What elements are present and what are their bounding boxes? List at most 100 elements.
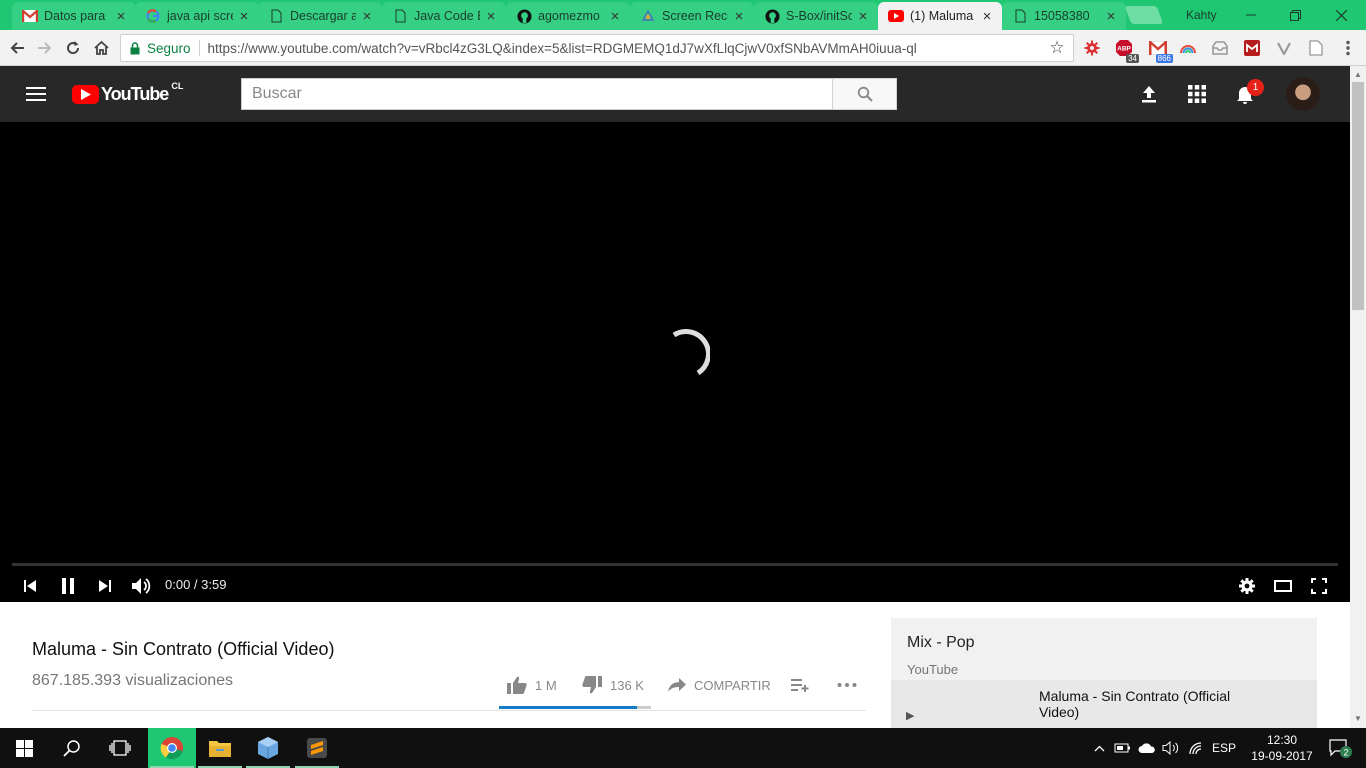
tab-title: (1) Maluma	[910, 9, 974, 23]
add-to-playlist-button[interactable]	[791, 674, 809, 696]
document-icon[interactable]	[1306, 38, 1326, 58]
tab-descargar[interactable]: Descargar a ×	[258, 2, 382, 30]
tab-youtube-active[interactable]: (1) Maluma ×	[878, 2, 1002, 30]
like-ratio-fill	[499, 706, 638, 709]
tab-java-code[interactable]: Java Code E ×	[382, 2, 506, 30]
notification-count: 2	[1343, 748, 1348, 758]
gmail-icon	[22, 8, 38, 24]
system-clock[interactable]: 12:30 19-09-2017	[1244, 732, 1320, 764]
playlist-item[interactable]: ▶ Maluma - Sin Contrato (Official Video)	[891, 680, 1317, 728]
close-tab-icon[interactable]: ×	[360, 8, 374, 25]
avatar[interactable]	[1286, 77, 1320, 111]
task-view-icon[interactable]	[96, 728, 144, 768]
gmail-badge: 866	[1155, 54, 1173, 63]
tab-screen-recorder[interactable]: Screen Reco ×	[630, 2, 754, 30]
language-indicator[interactable]: ESP	[1208, 728, 1240, 768]
url-text[interactable]: https://www.youtube.com/watch?v=vRbcl4zG…	[208, 41, 1047, 56]
thumbs-up-icon	[507, 676, 527, 694]
close-tab-icon[interactable]: ×	[237, 8, 251, 25]
svg-text:ABP: ABP	[1117, 46, 1131, 53]
inbox-icon[interactable]	[1210, 38, 1230, 58]
country-code: CL	[171, 81, 184, 91]
virtualbox-icon[interactable]	[244, 728, 292, 768]
apps-grid-icon[interactable]	[1185, 82, 1209, 106]
chrome-icon[interactable]	[148, 728, 196, 768]
loading-spinner-icon	[672, 329, 710, 376]
search-input[interactable]: Buscar	[241, 78, 833, 110]
reload-icon[interactable]	[61, 36, 85, 60]
like-button[interactable]: 1 M	[507, 674, 557, 696]
vimeo-icon[interactable]	[1274, 38, 1294, 58]
next-icon[interactable]	[95, 574, 115, 598]
tab-github-agomezmo[interactable]: agomezmo ×	[506, 2, 630, 30]
page-icon	[1012, 8, 1028, 24]
profile-name[interactable]: Kahty	[1186, 8, 1217, 22]
theater-mode-icon[interactable]	[1271, 574, 1295, 598]
tab-title: Datos para	[44, 9, 106, 23]
battery-icon[interactable]	[1112, 728, 1134, 768]
view-count: 867.185.393 visualizaciones	[32, 672, 234, 689]
gmail-checker-icon[interactable]: 866	[1148, 38, 1173, 63]
forward-icon[interactable]	[33, 36, 57, 60]
lock-icon[interactable]	[129, 41, 141, 55]
close-tab-icon[interactable]: ×	[732, 8, 746, 25]
abp-icon[interactable]: ABP 34	[1114, 38, 1139, 63]
tab-document[interactable]: 15058380 ×	[1002, 2, 1126, 30]
clock-time: 12:30	[1266, 733, 1298, 747]
chrome-menu-icon[interactable]	[1338, 38, 1358, 58]
playlist-owner[interactable]: YouTube	[907, 662, 958, 677]
windows-start-icon[interactable]	[0, 728, 48, 768]
add-to-playlist-icon	[791, 679, 809, 692]
scroll-up-icon[interactable]: ▲	[1354, 70, 1362, 79]
rainbow-icon[interactable]	[1178, 38, 1198, 58]
playlist-title[interactable]: Mix - Pop	[907, 634, 975, 652]
more-actions-button[interactable]	[837, 674, 857, 696]
search-icon[interactable]	[48, 728, 96, 768]
back-icon[interactable]	[5, 36, 29, 60]
fullscreen-icon[interactable]	[1307, 574, 1331, 598]
tab-google[interactable]: java api scre ×	[135, 2, 259, 30]
close-tab-icon[interactable]: ×	[484, 8, 498, 25]
speaker-volume-icon[interactable]	[1160, 728, 1182, 768]
settings-gear-icon[interactable]	[1235, 574, 1259, 598]
bookmark-star-icon[interactable]: ☆	[1047, 38, 1067, 58]
home-icon[interactable]	[89, 36, 113, 60]
progress-bar[interactable]	[12, 563, 1338, 566]
dislike-button[interactable]: 136 K	[582, 674, 644, 696]
new-tab-button[interactable]	[1124, 6, 1164, 24]
extension-gear-icon[interactable]	[1082, 38, 1102, 58]
scrollbar-thumb[interactable]	[1352, 82, 1364, 310]
upload-icon[interactable]	[1137, 82, 1161, 106]
close-tab-icon[interactable]: ×	[856, 8, 870, 25]
previous-icon[interactable]	[20, 574, 40, 598]
search-button[interactable]	[832, 78, 897, 110]
address-bar[interactable]: Seguro https://www.youtube.com/watch?v=v…	[120, 34, 1074, 62]
volume-icon[interactable]	[129, 574, 153, 598]
close-tab-icon[interactable]: ×	[114, 8, 128, 25]
youtube-logo[interactable]: YouTube CL	[72, 81, 184, 105]
sublime-icon[interactable]	[293, 728, 341, 768]
share-button[interactable]: COMPARTIR	[668, 674, 771, 696]
video-player[interactable]: 0:00 / 3:59	[0, 122, 1350, 602]
tab-title: Screen Reco	[662, 9, 728, 23]
minimize-icon[interactable]	[1228, 0, 1274, 30]
action-center-icon[interactable]: 2	[1320, 728, 1360, 768]
close-tab-icon[interactable]: ×	[1104, 8, 1118, 25]
close-window-icon[interactable]	[1318, 0, 1364, 30]
m-extension-icon[interactable]	[1242, 38, 1262, 58]
file-explorer-icon[interactable]	[196, 728, 244, 768]
page-scrollbar[interactable]: ▲ ▼	[1350, 66, 1366, 728]
tray-chevron-up-icon[interactable]	[1090, 728, 1108, 768]
close-tab-icon[interactable]: ×	[980, 8, 994, 25]
close-tab-icon[interactable]: ×	[608, 8, 622, 25]
more-horizontal-icon	[837, 683, 857, 687]
share-arrow-icon	[668, 678, 686, 692]
onedrive-cloud-icon[interactable]	[1136, 728, 1158, 768]
pause-icon[interactable]	[56, 574, 80, 598]
tab-github-sbox[interactable]: S-Box/initSc ×	[754, 2, 878, 30]
scroll-down-icon[interactable]: ▼	[1354, 714, 1362, 723]
guide-menu-icon[interactable]	[24, 84, 48, 104]
wifi-network-icon[interactable]	[1185, 728, 1207, 768]
restore-icon[interactable]	[1272, 0, 1318, 30]
tab-gmail[interactable]: Datos para ×	[12, 2, 136, 30]
